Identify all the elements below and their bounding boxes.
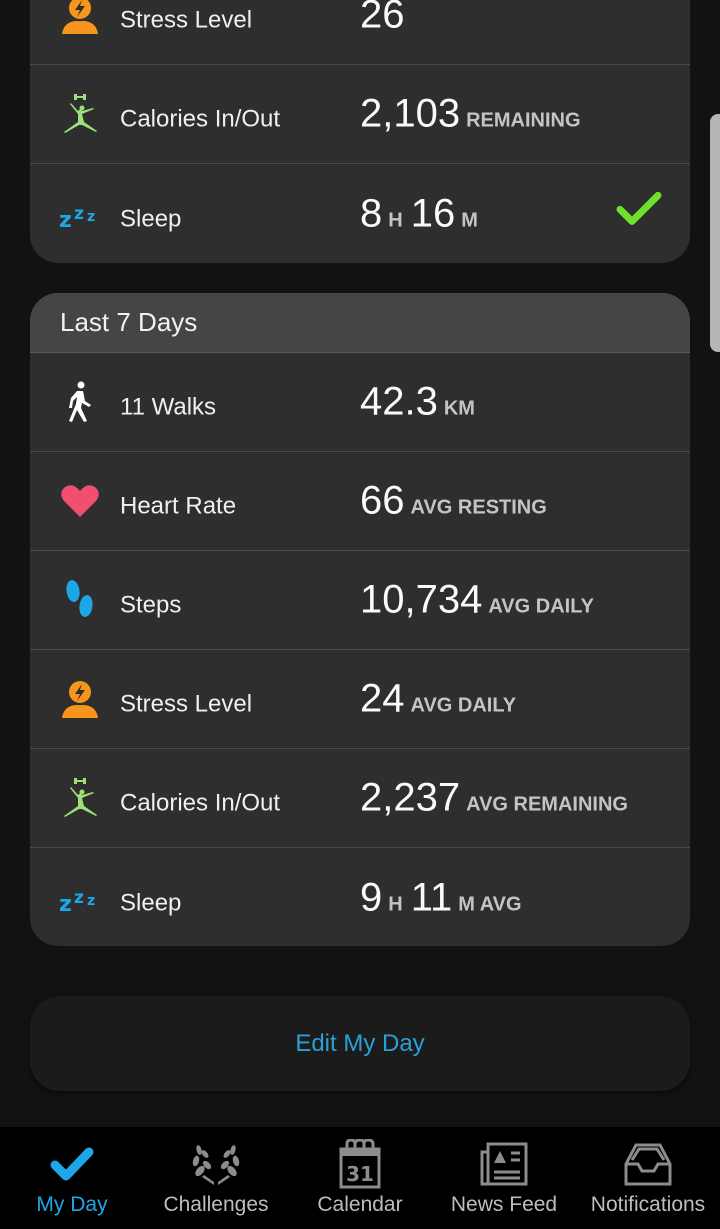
stress-value: 24: [360, 676, 405, 721]
goal-met-check-icon: [616, 189, 662, 230]
svg-text:z: z: [87, 209, 95, 225]
stress-unit: AVG DAILY: [410, 694, 517, 717]
row-label: Calories In/Out: [120, 105, 281, 133]
row-label: Stress Level: [120, 6, 253, 34]
week-sleep-row[interactable]: zzz Sleep 9 H 11 M AVG: [30, 848, 690, 946]
row-value: 2,237 AVG REMAINING: [360, 776, 636, 821]
calories-unit: AVG REMAINING: [466, 793, 628, 816]
walk-icon: [58, 380, 102, 424]
row-value: 10,734 AVG DAILY: [360, 578, 602, 623]
nav-my-day[interactable]: My Day: [0, 1127, 144, 1229]
sleep-minutes-unit: M: [461, 209, 478, 231]
row-value: 9 H 11 M AVG: [360, 875, 530, 920]
steps-value: 10,734: [360, 577, 483, 622]
walk-distance-unit: KM: [443, 397, 475, 420]
calories-icon: [58, 92, 102, 136]
nav-news-feed[interactable]: News Feed: [432, 1127, 576, 1229]
today-calories-row[interactable]: Calories In/Out 2,103 REMAINING: [30, 65, 690, 164]
steps-icon: [58, 578, 102, 622]
svg-text:z: z: [87, 893, 95, 909]
steps-unit: AVG DAILY: [488, 595, 594, 618]
row-label: Heart Rate: [120, 492, 237, 520]
week-stress-row[interactable]: Stress Level 24 AVG DAILY: [30, 650, 690, 749]
sleep-hours: 9: [360, 875, 383, 919]
sleep-hours-unit: H: [388, 893, 403, 915]
sleep-minutes: 16: [410, 191, 456, 235]
row-label: Calories In/Out: [120, 789, 281, 817]
nav-challenges[interactable]: Challenges: [144, 1127, 288, 1229]
row-label: Stress Level: [120, 690, 253, 718]
nav-calendar[interactable]: 31 Calendar: [288, 1127, 432, 1229]
card-title: Last 7 Days: [30, 293, 690, 353]
heart-rate-unit: AVG RESTING: [410, 496, 547, 519]
row-value: 8 H 16 M: [360, 191, 486, 236]
row-value: 26: [360, 0, 405, 38]
edit-my-day-button[interactable]: Edit My Day: [30, 996, 690, 1091]
bottom-navigation: My Day Challenges 31 Calendar News Feed …: [0, 1127, 720, 1229]
week-steps-row[interactable]: Steps 10,734 AVG DAILY: [30, 551, 690, 650]
svg-text:z: z: [74, 204, 84, 224]
week-walks-row[interactable]: 11 Walks 42.3 KM: [30, 353, 690, 452]
stress-value: 26: [360, 0, 405, 37]
newspaper-icon: [479, 1139, 529, 1189]
stress-icon: [58, 677, 102, 721]
calories-value: 2,103: [360, 91, 461, 136]
today-summary-card: Stress Level 26 Calories In/Out 2,103 RE…: [30, 0, 690, 263]
nav-notifications[interactable]: Notifications: [576, 1127, 720, 1229]
week-heart-rate-row[interactable]: Heart Rate 66 AVG RESTING: [30, 452, 690, 551]
sleep-minutes: 11: [410, 875, 453, 919]
row-value: 66 AVG RESTING: [360, 479, 555, 524]
row-value: 24 AVG DAILY: [360, 677, 524, 722]
calories-unit: REMAINING: [466, 109, 581, 132]
row-value: 2,103 REMAINING: [360, 92, 589, 137]
row-label: 11 Walks: [120, 393, 217, 421]
week-calories-row[interactable]: Calories In/Out 2,237 AVG REMAINING: [30, 749, 690, 848]
svg-text:z: z: [74, 888, 84, 908]
walk-distance: 42.3: [360, 379, 438, 424]
nav-label: Notifications: [590, 1193, 706, 1216]
calendar-day: 31: [346, 1162, 374, 1186]
svg-text:z: z: [59, 208, 72, 229]
heart-icon: [58, 479, 102, 523]
heart-rate-value: 66: [360, 478, 405, 523]
today-stress-row[interactable]: Stress Level 26: [30, 0, 690, 65]
sleep-icon: zzz: [58, 876, 102, 920]
row-label: Sleep: [120, 889, 182, 917]
row-label: Sleep: [120, 205, 182, 233]
laurel-icon: [192, 1139, 240, 1189]
calendar-icon: 31: [338, 1139, 382, 1189]
row-label: Steps: [120, 591, 182, 619]
sleep-hours-unit: H: [388, 209, 403, 231]
inbox-icon: [623, 1139, 673, 1189]
sleep-icon: zzz: [58, 192, 102, 236]
sleep-minutes-unit: M AVG: [458, 893, 522, 915]
calories-value: 2,237: [360, 775, 461, 820]
checkmark-icon: [49, 1139, 95, 1189]
nav-label: Calendar: [317, 1193, 403, 1216]
sleep-hours: 8: [360, 191, 383, 235]
last-7-days-card: Last 7 Days 11 Walks 42.3 KM Heart Rate …: [30, 293, 690, 946]
row-value: 42.3 KM: [360, 380, 483, 425]
stress-icon: [58, 0, 102, 37]
nav-label: News Feed: [450, 1193, 558, 1216]
scrollbar[interactable]: [710, 114, 720, 352]
svg-text:z: z: [59, 892, 72, 913]
calories-icon: [58, 776, 102, 820]
nav-label: Challenges: [163, 1193, 269, 1216]
nav-label: My Day: [36, 1193, 108, 1216]
today-sleep-row[interactable]: zzz Sleep 8 H 16 M: [30, 164, 690, 263]
